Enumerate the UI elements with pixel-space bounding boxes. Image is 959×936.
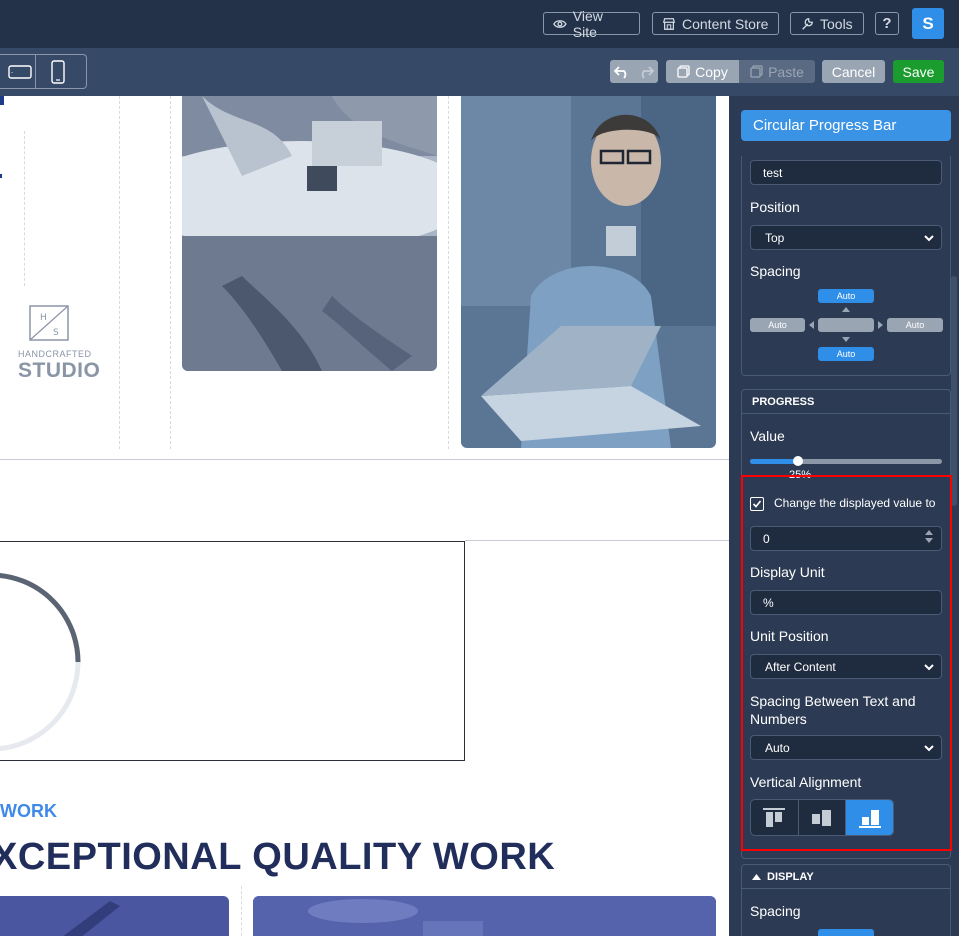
- arrow-left-icon: [809, 321, 814, 329]
- man-with-laptop-photo: [461, 96, 716, 448]
- copy-icon: [677, 65, 690, 78]
- work-image-1: [0, 896, 229, 936]
- page-canvas: H S HANDCRAFTED STUDIO WORK XCEPTIONAL Q…: [0, 96, 729, 936]
- edge-marker: [0, 96, 4, 105]
- row-guide: [465, 540, 729, 541]
- arrow-right-icon: [878, 321, 883, 329]
- content-store-label: Content Store: [682, 15, 769, 32]
- copy-button[interactable]: Copy: [666, 60, 739, 83]
- device-divider: [35, 55, 36, 88]
- view-site-label: View Site: [572, 7, 603, 40]
- arrow-up-icon: [842, 307, 850, 312]
- column-guide: [170, 96, 171, 449]
- section-divider: [0, 459, 729, 460]
- help-button[interactable]: ?: [875, 12, 899, 35]
- display-header-label: DISPLAY: [767, 870, 814, 883]
- logo-mark-icon: H S: [29, 305, 69, 341]
- arrow-down-icon: [842, 337, 850, 342]
- edge-marker-small: [0, 174, 2, 178]
- progress-header-label: PROGRESS: [752, 395, 815, 408]
- paste-button[interactable]: Paste: [739, 60, 815, 83]
- logo-tagline: HANDCRAFTED: [18, 349, 92, 359]
- paste-label: Paste: [768, 63, 804, 80]
- section-headline: XCEPTIONAL QUALITY WORK: [0, 836, 556, 878]
- wrench-icon: [802, 17, 813, 30]
- clipboard-buttons: Copy Paste: [666, 60, 815, 83]
- svg-text:S: S: [53, 328, 59, 338]
- display-spacing-label: Spacing: [750, 903, 801, 919]
- meeting-photo: [182, 96, 437, 371]
- label-text-input[interactable]: test: [750, 160, 942, 185]
- display-spacing-top[interactable]: [818, 929, 874, 936]
- view-site-button[interactable]: View Site: [543, 8, 640, 40]
- value-slider-thumb[interactable]: [793, 456, 803, 466]
- save-button[interactable]: Save: [893, 60, 944, 83]
- handcrafted-studio-logo: H S HANDCRAFTED STUDIO: [18, 304, 101, 383]
- logo-wordmark: STUDIO: [18, 359, 101, 382]
- value-label: Value: [750, 428, 785, 444]
- store-icon: [662, 17, 676, 30]
- highlight-box: [741, 475, 952, 851]
- spacing-left[interactable]: Auto: [750, 318, 805, 332]
- column-guide: [448, 96, 449, 449]
- value-slider-fill: [750, 459, 798, 464]
- history-buttons: [610, 60, 658, 83]
- work-image-2: [253, 896, 716, 936]
- chevron-down-icon: [924, 235, 934, 242]
- progress-ring: [0, 572, 81, 752]
- position-select[interactable]: Top: [750, 225, 942, 250]
- editor-toolbar: [0, 48, 959, 96]
- device-switcher: [0, 54, 87, 89]
- tablet-landscape-icon[interactable]: [8, 65, 32, 84]
- tools-label: Tools: [820, 15, 853, 32]
- spacing-bottom[interactable]: Auto: [818, 347, 874, 361]
- panel-title[interactable]: Circular Progress Bar: [741, 110, 951, 141]
- paste-icon: [750, 65, 763, 78]
- undo-icon[interactable]: [610, 60, 634, 83]
- caret-up-icon: [752, 873, 761, 880]
- section-eyebrow: WORK: [0, 801, 57, 821]
- content-store-button[interactable]: Content Store: [652, 12, 779, 35]
- spacing-label: Spacing: [750, 263, 801, 279]
- progress-header[interactable]: PROGRESS: [741, 390, 951, 414]
- cancel-button[interactable]: Cancel: [822, 60, 885, 83]
- spacing-top[interactable]: Auto: [818, 289, 874, 303]
- panel-scrollbar[interactable]: [951, 276, 957, 506]
- avatar[interactable]: S: [912, 8, 944, 39]
- spacing-center: [818, 318, 874, 332]
- column-guide: [241, 886, 242, 936]
- tools-button[interactable]: Tools: [790, 12, 864, 35]
- spacing-right[interactable]: Auto: [887, 318, 943, 332]
- position-value: Top: [765, 230, 785, 245]
- redo-icon[interactable]: [634, 60, 658, 83]
- copy-label: Copy: [695, 63, 728, 80]
- column-guide: [119, 96, 120, 449]
- display-header[interactable]: DISPLAY: [741, 865, 951, 889]
- svg-text:H: H: [40, 313, 47, 323]
- column-guide: [24, 131, 25, 286]
- value-slider[interactable]: [750, 456, 942, 466]
- eye-icon: [553, 19, 567, 28]
- phone-icon[interactable]: [51, 60, 65, 89]
- position-label: Position: [750, 199, 800, 215]
- top-bar: View Site Content Store Tools ? S: [0, 0, 959, 48]
- circular-progress-widget[interactable]: [0, 541, 465, 761]
